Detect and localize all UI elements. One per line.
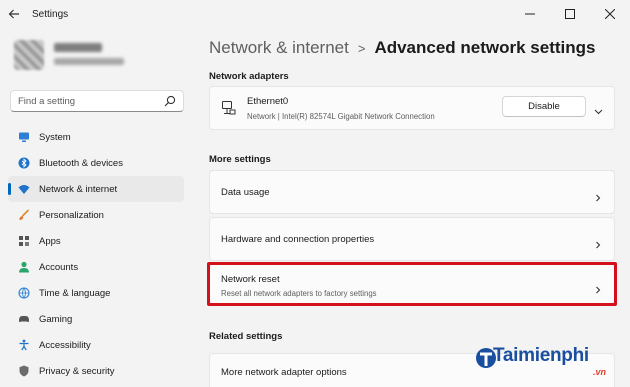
maximize-icon[interactable] (550, 0, 590, 28)
hardware-properties-row[interactable]: Hardware and connection properties (209, 217, 615, 261)
avatar (14, 40, 44, 70)
sidebar-item-label: Bluetooth & devices (39, 157, 123, 169)
adapter-details: Network | Intel(R) 82574L Gigabit Networ… (247, 112, 435, 121)
sidebar-item-privacy-security[interactable]: Privacy & security (8, 358, 184, 384)
minimize-icon[interactable] (510, 0, 550, 28)
monitor-icon (18, 131, 30, 143)
sidebar-item-label: Accounts (39, 261, 79, 273)
chevron-right-icon (594, 281, 602, 294)
sidebar-item-label: Gaming (39, 313, 73, 325)
profile-email-blurred (54, 58, 124, 65)
data-usage-label: Data usage (221, 187, 270, 198)
section-title-network-adapters: Network adapters (209, 71, 289, 82)
sidebar-item-label: Network & internet (39, 183, 118, 195)
breadcrumb: Network & internet > Advanced network se… (209, 38, 596, 58)
sidebar-item-bluetooth[interactable]: Bluetooth & devices (8, 150, 184, 176)
brush-icon (18, 209, 30, 221)
sidebar-item-label: Apps (39, 235, 61, 247)
close-icon[interactable] (590, 0, 630, 28)
breadcrumb-separator: > (357, 41, 366, 56)
watermark-brand: Taimienphi (493, 345, 589, 366)
bluetooth-icon (18, 157, 30, 169)
chevron-right-icon (594, 236, 602, 249)
disable-button[interactable]: Disable (502, 96, 586, 117)
profile-name-blurred (54, 43, 102, 52)
person-icon (18, 261, 30, 273)
sidebar-item-accessibility[interactable]: Accessibility (8, 332, 184, 358)
network-reset-row[interactable]: Network reset Reset all network adapters… (209, 264, 615, 304)
shield-icon (18, 365, 30, 377)
globe-clock-icon (18, 287, 30, 299)
app-title: Settings (32, 8, 69, 20)
accessibility-icon (18, 339, 30, 351)
section-title-related-settings: Related settings (209, 331, 283, 342)
gamepad-icon (18, 313, 30, 325)
adapter-name: Ethernet0 (247, 96, 289, 107)
search-icon[interactable] (163, 94, 177, 108)
section-title-more-settings: More settings (209, 154, 271, 165)
search-input[interactable] (18, 95, 158, 107)
sidebar-item-label: System (39, 131, 71, 143)
network-reset-label: Network reset (221, 274, 280, 285)
sidebar-item-label: Personalization (39, 209, 104, 221)
sidebar-item-time-language[interactable]: Time & language (8, 280, 184, 306)
hardware-properties-label: Hardware and connection properties (221, 234, 375, 245)
search-box[interactable] (10, 90, 184, 112)
sidebar-nav: System Bluetooth & devices Network & int… (8, 124, 184, 384)
sidebar-item-label: Accessibility (39, 339, 91, 351)
chevron-right-icon (594, 189, 602, 202)
breadcrumb-parent[interactable]: Network & internet (209, 38, 349, 58)
sidebar-item-label: Time & language (39, 287, 111, 299)
sidebar-item-network[interactable]: Network & internet (8, 176, 184, 202)
watermark-suffix: .vn (593, 367, 607, 377)
sidebar-item-personalization[interactable]: Personalization (8, 202, 184, 228)
sidebar: System Bluetooth & devices Network & int… (0, 28, 195, 387)
more-adapter-options-label: More network adapter options (221, 367, 347, 378)
ethernet-adapter-card[interactable]: Ethernet0 Network | Intel(R) 82574L Giga… (209, 86, 615, 130)
apps-grid-icon (18, 235, 30, 247)
main-content: Network & internet > Advanced network se… (195, 28, 630, 387)
back-arrow-icon[interactable] (0, 0, 28, 28)
page-title: Advanced network settings (374, 38, 596, 57)
wifi-icon (18, 183, 30, 195)
sidebar-item-system[interactable]: System (8, 124, 184, 150)
title-bar: Settings (0, 0, 630, 28)
sidebar-item-label: Privacy & security (39, 365, 115, 377)
sidebar-item-apps[interactable]: Apps (8, 228, 184, 254)
chevron-down-icon[interactable] (594, 103, 603, 115)
watermark-logo: Taimienphi .vn (475, 343, 615, 383)
data-usage-row[interactable]: Data usage (209, 170, 615, 214)
network-reset-description: Reset all network adapters to factory se… (221, 289, 377, 298)
sidebar-item-accounts[interactable]: Accounts (8, 254, 184, 280)
ethernet-icon (221, 100, 237, 116)
sidebar-item-gaming[interactable]: Gaming (8, 306, 184, 332)
window-controls (510, 0, 630, 28)
